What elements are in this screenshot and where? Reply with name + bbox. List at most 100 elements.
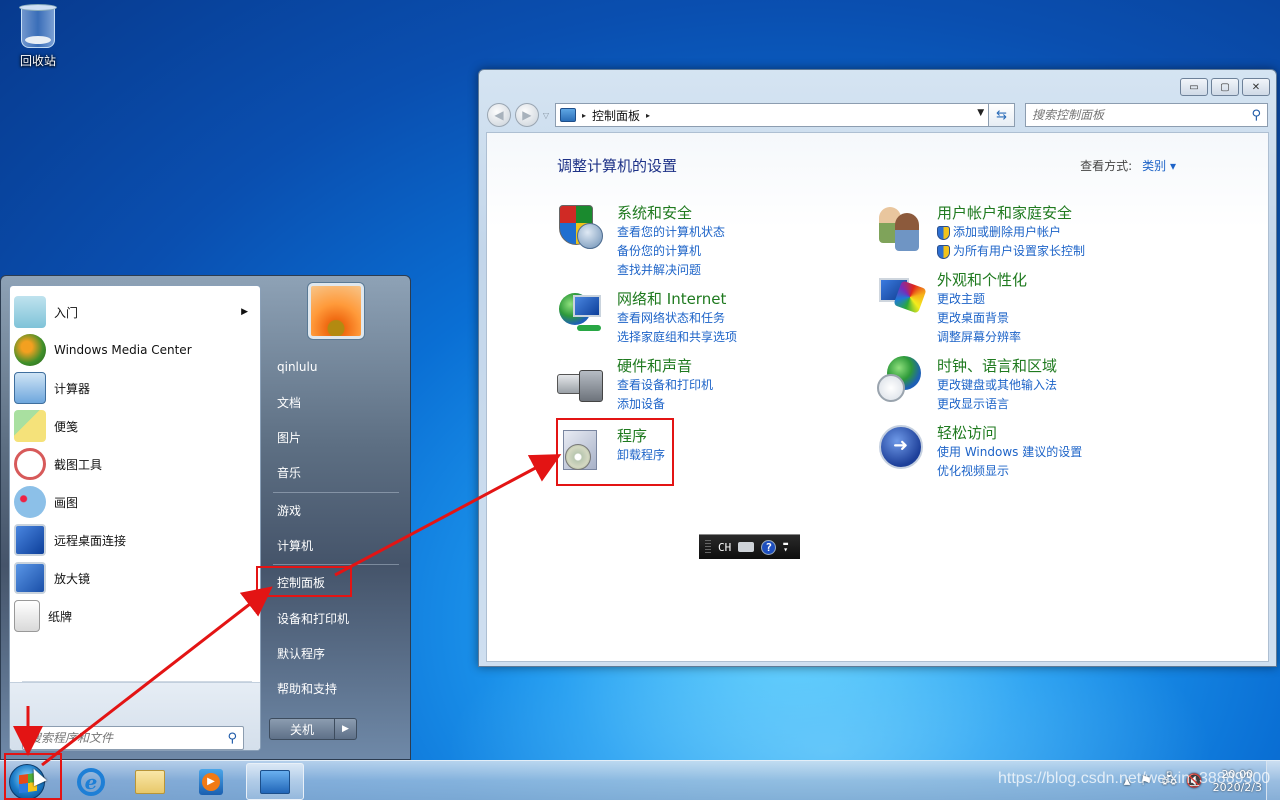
category-link[interactable]: 更改桌面背景 (937, 309, 1027, 328)
category-link[interactable]: 添加设备 (617, 395, 713, 414)
desktop-icon-label: 回收站 (19, 54, 56, 68)
view-by-dropdown[interactable]: 类别 ▾ (1142, 157, 1176, 174)
getting-started-icon (14, 296, 46, 328)
start-item-paint[interactable]: 画图 (14, 484, 254, 520)
start-right-games[interactable]: 游戏 (269, 495, 404, 525)
ease-of-access-icon[interactable] (877, 423, 927, 473)
refresh-button[interactable]: ⇆ (989, 103, 1015, 127)
maximize-button[interactable]: ▢ (1211, 78, 1239, 96)
snipping-tool-icon (14, 448, 46, 480)
network-icon[interactable]: 🖧 (1162, 770, 1177, 792)
clock-time: 20:00 (1221, 768, 1254, 781)
category-link[interactable]: 查看网络状态和任务 (617, 309, 737, 328)
drag-handle-icon[interactable] (705, 540, 711, 554)
breadcrumb-control-panel[interactable]: 控制面板 (592, 107, 640, 124)
category-link[interactable]: 调整屏幕分辨率 (937, 328, 1027, 347)
start-item-media-center[interactable]: Windows Media Center (14, 332, 254, 368)
category-link[interactable]: 为所有用户设置家长控制 (937, 242, 1085, 261)
search-input[interactable] (1032, 108, 1232, 122)
category-title[interactable]: 硬件和声音 (617, 356, 713, 376)
category-title[interactable]: 用户帐户和家庭安全 (937, 203, 1085, 223)
close-button[interactable]: ✕ (1242, 78, 1270, 96)
category-link[interactable]: 添加或删除用户帐户 (937, 223, 1085, 242)
clock-date: 2020/2/3 (1212, 781, 1262, 794)
category-link[interactable]: 查找并解决问题 (617, 261, 725, 280)
minimize-button[interactable]: ▭ (1180, 78, 1208, 96)
network-globe-icon[interactable] (557, 289, 607, 339)
action-center-flag-icon[interactable]: ⚑ (1140, 774, 1152, 789)
user-avatar[interactable] (308, 283, 364, 339)
taskbar-control-panel[interactable] (246, 763, 304, 800)
taskbar-internet-explorer[interactable]: e (62, 763, 120, 800)
category-link[interactable]: 查看您的计算机状态 (617, 223, 725, 242)
clock[interactable]: 20:00 2020/2/3 (1213, 768, 1262, 794)
start-item-label: 截图工具 (54, 457, 103, 472)
submenu-arrow-icon[interactable]: ▶ (241, 307, 248, 317)
control-panel-search[interactable]: ⚲ (1025, 103, 1268, 127)
printer-speaker-icon[interactable] (557, 356, 607, 406)
category-appearance: 外观和个性化 更改主题 更改桌面背景 调整屏幕分辨率 (877, 270, 1027, 347)
back-button[interactable]: ◀ (487, 103, 511, 127)
keyboard-icon[interactable] (738, 542, 755, 552)
start-item-remote-desktop[interactable]: 远程桌面连接 (14, 522, 254, 558)
start-item-label: 纸牌 (48, 609, 73, 624)
view-by: 查看方式: 类别 ▾ (1080, 157, 1176, 174)
category-link[interactable]: 更改键盘或其他输入法 (937, 376, 1057, 395)
volume-muted-icon[interactable]: 🔇 (1186, 774, 1202, 789)
desktop-icon-recycle-bin[interactable]: 回收站 (10, 4, 66, 69)
input-language[interactable]: CH (718, 541, 731, 554)
forward-button[interactable]: ▶ (514, 103, 539, 127)
category-title[interactable]: 轻松访问 (937, 423, 1082, 443)
clock-globe-icon[interactable] (877, 356, 927, 406)
start-search-box[interactable]: ⚲ (22, 726, 244, 750)
start-right-documents[interactable]: 文档 (269, 387, 404, 417)
users-icon[interactable] (877, 203, 927, 253)
category-title[interactable]: 系统和安全 (617, 203, 725, 223)
show-desktop-button[interactable] (1266, 761, 1280, 800)
start-item-magnifier[interactable]: 放大镜 (14, 560, 254, 596)
category-link-text[interactable]: 添加或删除用户帐户 (953, 223, 1061, 242)
start-right-devices-printers[interactable]: 设备和打印机 (269, 603, 404, 633)
start-item-snipping-tool[interactable]: 截图工具 (14, 446, 254, 482)
taskbar-windows-explorer[interactable] (121, 763, 179, 800)
category-link[interactable]: 选择家庭组和共享选项 (617, 328, 737, 347)
search-icon[interactable]: ⚲ (227, 731, 237, 746)
search-icon[interactable]: ⚲ (1251, 108, 1261, 123)
start-right-computer[interactable]: 计算机 (269, 530, 404, 560)
start-item-getting-started[interactable]: 入门 ▶ (14, 294, 254, 330)
category-title[interactable]: 时钟、语言和区域 (937, 356, 1057, 376)
category-link-text[interactable]: 为所有用户设置家长控制 (953, 242, 1085, 261)
breadcrumb-separator-icon[interactable]: ▸ (582, 111, 586, 120)
start-item-sticky-notes[interactable]: 便笺 (14, 408, 254, 444)
security-shield-icon[interactable] (557, 203, 607, 253)
category-link[interactable]: 查看设备和打印机 (617, 376, 713, 395)
address-dropdown-icon[interactable]: ▼ (977, 108, 984, 118)
category-link[interactable]: 使用 Windows 建议的设置 (937, 443, 1082, 462)
start-right-pictures[interactable]: 图片 (269, 422, 404, 452)
breadcrumb-separator-icon[interactable]: ▸ (646, 111, 650, 120)
start-item-solitaire[interactable]: 纸牌 (14, 598, 254, 634)
category-title[interactable]: 外观和个性化 (937, 270, 1027, 290)
help-icon[interactable]: ? (761, 539, 777, 555)
category-system-security: 系统和安全 查看您的计算机状态 备份您的计算机 查找并解决问题 (557, 203, 725, 280)
appearance-icon[interactable] (877, 270, 927, 320)
start-search-input[interactable] (29, 731, 209, 745)
category-link[interactable]: 备份您的计算机 (617, 242, 725, 261)
address-bar[interactable]: ▸ 控制面板 ▸ ▼ (554, 103, 990, 127)
start-item-calculator[interactable]: 计算器 (14, 370, 254, 406)
start-right-help-support[interactable]: 帮助和支持 (269, 673, 404, 703)
taskbar-media-player[interactable]: ▶ (182, 763, 240, 800)
category-link[interactable]: 更改显示语言 (937, 395, 1057, 414)
category-link[interactable]: 更改主题 (937, 290, 1027, 309)
start-right-default-programs[interactable]: 默认程序 (269, 638, 404, 668)
shutdown-options-button[interactable]: ▶ (335, 718, 357, 740)
category-title[interactable]: 网络和 Internet (617, 289, 737, 309)
show-hidden-icons[interactable]: ▴ (1124, 774, 1131, 789)
recent-pages-dropdown[interactable]: ▽ (543, 111, 549, 120)
category-link[interactable]: 优化视频显示 (937, 462, 1082, 481)
view-by-label: 查看方式: (1080, 159, 1133, 173)
options-icon[interactable]: ▬ ▾ (783, 540, 788, 554)
shutdown-button[interactable]: 关机 (269, 718, 335, 740)
start-right-user[interactable]: qinlulu (269, 352, 404, 382)
start-right-music[interactable]: 音乐 (269, 457, 404, 487)
